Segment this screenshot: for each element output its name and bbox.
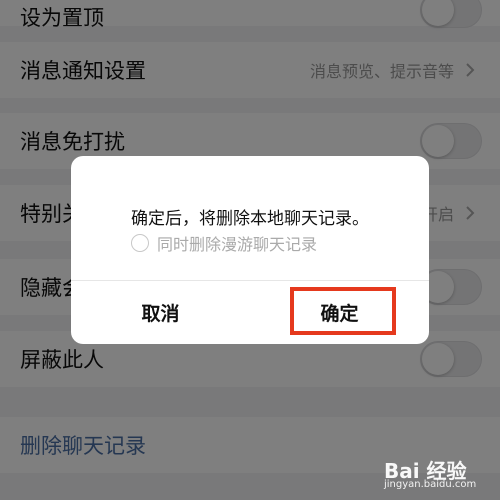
radio-icon[interactable] bbox=[131, 234, 149, 252]
dialog-message: 确定后，将删除本地聊天记录。 bbox=[131, 209, 369, 229]
cancel-button[interactable]: 取消 bbox=[71, 281, 250, 344]
delete-roaming-option-label: 同时删除漫游聊天记录 bbox=[157, 235, 318, 254]
confirm-dialog: 确定后，将删除本地聊天记录。 同时删除漫游聊天记录 取消 确定 bbox=[71, 156, 429, 344]
baidu-watermark: Bai 经验 jingyan.baidu.com bbox=[384, 455, 494, 495]
delete-roaming-option[interactable]: 同时删除漫游聊天记录 bbox=[131, 233, 318, 254]
watermark-url: jingyan.baidu.com bbox=[384, 479, 477, 490]
highlight-box bbox=[290, 287, 396, 335]
